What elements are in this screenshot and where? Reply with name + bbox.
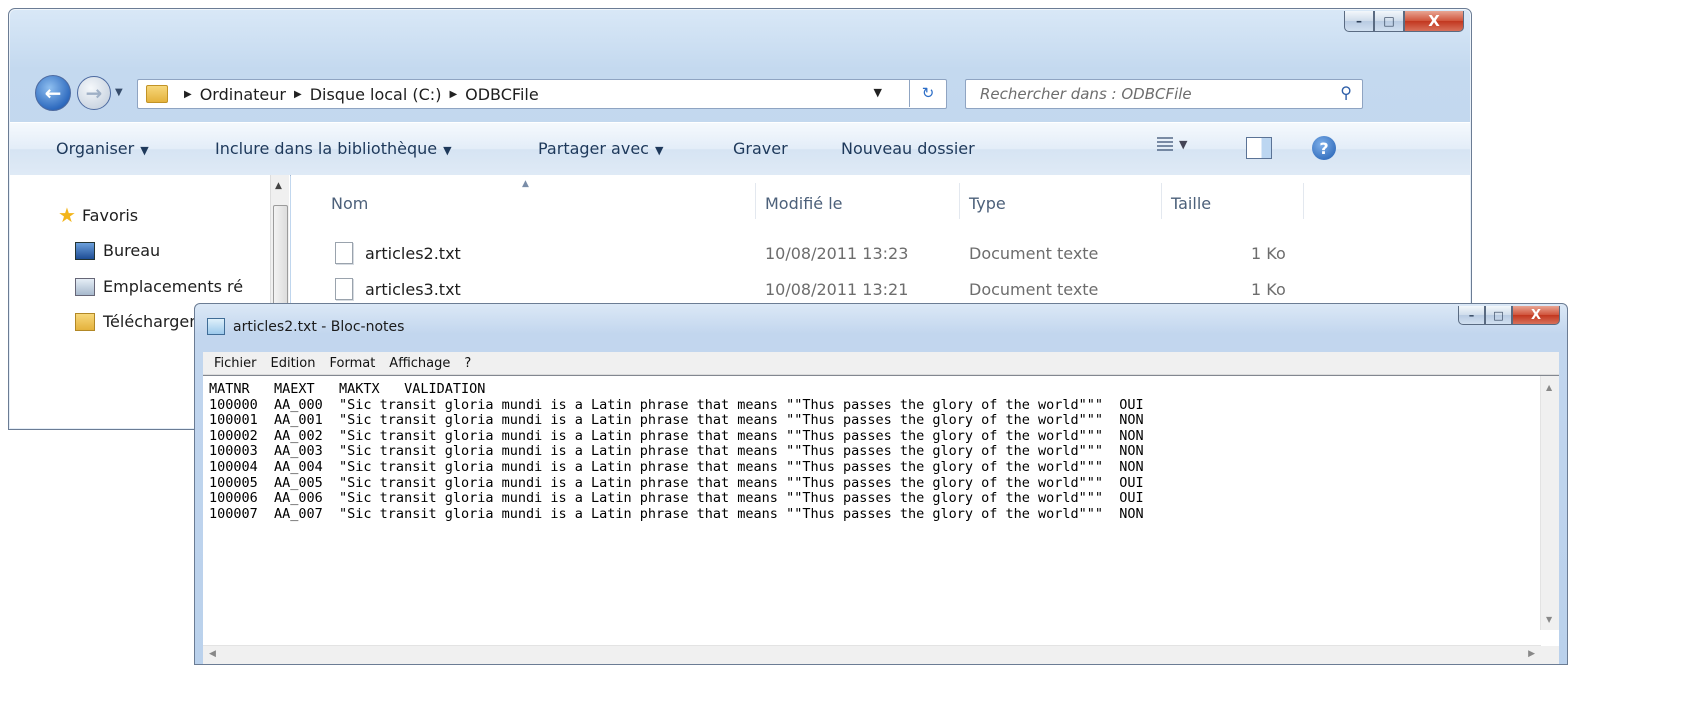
column-divider[interactable] xyxy=(755,183,756,219)
breadcrumb-computer[interactable]: Ordinateur xyxy=(200,85,286,104)
search-box[interactable]: ⚲ xyxy=(965,79,1363,109)
menu-edit[interactable]: Edition xyxy=(264,356,323,371)
scroll-up-icon[interactable]: ▲ xyxy=(1546,383,1552,392)
maximize-button[interactable]: □ xyxy=(1485,306,1512,325)
column-header-modified[interactable]: Modifié le xyxy=(765,194,843,213)
horizontal-scrollbar[interactable]: ◀ ▶ xyxy=(203,645,1541,664)
notepad-caption-buttons: – □ X xyxy=(1458,306,1560,325)
column-header-size[interactable]: Taille xyxy=(1171,194,1211,213)
maximize-button[interactable]: □ xyxy=(1374,11,1404,32)
address-history-dropdown-icon[interactable]: ▼ xyxy=(874,86,882,99)
navigation-bar: ← → ▼ ▶ Ordinateur ▶ Disque local (C:) ▶… xyxy=(25,75,1365,111)
star-icon: ★ xyxy=(58,203,76,227)
search-icon[interactable]: ⚲ xyxy=(1340,83,1352,102)
burn-button[interactable]: Graver xyxy=(733,139,788,158)
nav-recent-places[interactable]: Emplacements ré xyxy=(75,277,243,296)
scroll-left-icon[interactable]: ◀ xyxy=(209,649,216,659)
nav-desktop[interactable]: Bureau xyxy=(75,241,160,260)
editor-content[interactable]: MATNR MAEXT MAKTX VALIDATION 100000 AA_0… xyxy=(209,381,1144,522)
breadcrumb-chevron-icon[interactable]: ▶ xyxy=(449,89,457,100)
scroll-right-icon[interactable]: ▶ xyxy=(1528,649,1535,659)
search-input[interactable] xyxy=(978,83,1322,105)
organize-label: Organiser xyxy=(56,139,135,158)
file-size: 1 Ko xyxy=(1251,280,1286,299)
text-file-icon xyxy=(335,278,353,300)
file-row[interactable]: articles2.txt 10/08/2011 13:23 Document … xyxy=(291,238,1291,268)
chevron-down-icon: ▼ xyxy=(1179,137,1188,151)
file-name: articles2.txt xyxy=(365,244,461,263)
downloads-folder-icon xyxy=(75,312,95,331)
breadcrumb-local-disk[interactable]: Disque local (C:) xyxy=(310,85,442,104)
recent-places-icon xyxy=(75,277,95,296)
menu-help[interactable]: ? xyxy=(457,356,478,371)
preview-pane-icon[interactable] xyxy=(1246,137,1272,159)
notepad-icon xyxy=(207,318,225,335)
column-divider[interactable] xyxy=(1161,183,1162,219)
breadcrumb-chevron-icon[interactable]: ▶ xyxy=(184,89,192,100)
column-divider[interactable] xyxy=(1303,183,1304,219)
nav-recent-label: Emplacements ré xyxy=(103,277,244,296)
back-button[interactable]: ← xyxy=(35,75,71,111)
menu-bar: Fichier Edition Format Affichage ? xyxy=(203,352,1559,375)
folder-icon xyxy=(146,85,168,103)
include-in-library-button[interactable]: Inclure dans la bibliothèque ▼ xyxy=(215,139,452,158)
nav-desktop-label: Bureau xyxy=(103,241,161,260)
forward-button[interactable]: → xyxy=(77,76,111,110)
menu-view[interactable]: Affichage xyxy=(382,356,457,371)
back-arrow-icon: ← xyxy=(44,81,62,105)
chevron-down-icon: ▼ xyxy=(443,144,452,157)
forward-arrow-icon: → xyxy=(85,81,103,105)
breadcrumb-chevron-icon[interactable]: ▶ xyxy=(294,89,302,100)
file-type: Document texte xyxy=(969,280,1099,299)
change-view-button[interactable]: ▼ xyxy=(1157,137,1187,151)
share-label: Partager avec xyxy=(538,139,649,158)
explorer-caption-buttons: – □ X xyxy=(1344,11,1464,32)
minimize-button[interactable]: – xyxy=(1458,306,1485,325)
help-icon[interactable]: ? xyxy=(1312,136,1336,160)
chevron-down-icon: ▼ xyxy=(140,144,149,157)
notepad-title: articles2.txt - Bloc-notes xyxy=(233,318,405,335)
refresh-icon[interactable]: ↻ xyxy=(909,79,946,107)
close-button[interactable]: X xyxy=(1404,11,1464,32)
menu-format[interactable]: Format xyxy=(322,356,382,371)
column-header-name[interactable]: Nom xyxy=(331,194,368,213)
menu-file[interactable]: Fichier xyxy=(203,356,264,371)
share-with-button[interactable]: Partager avec ▼ xyxy=(538,139,663,158)
address-bar[interactable]: ▶ Ordinateur ▶ Disque local (C:) ▶ ODBCF… xyxy=(137,79,947,109)
view-details-icon xyxy=(1157,137,1173,151)
notepad-window: articles2.txt - Bloc-notes – □ X Fichier… xyxy=(194,303,1568,665)
vertical-scrollbar[interactable]: ▲ ▼ xyxy=(1540,376,1559,630)
notepad-titlebar: articles2.txt - Bloc-notes xyxy=(207,318,404,335)
file-name: articles3.txt xyxy=(365,280,461,299)
minimize-button[interactable]: – xyxy=(1344,11,1374,32)
file-size: 1 Ko xyxy=(1251,244,1286,263)
column-header-type[interactable]: Type xyxy=(969,194,1006,213)
text-editor[interactable]: MATNR MAEXT MAKTX VALIDATION 100000 AA_0… xyxy=(203,375,1559,664)
scroll-up-icon[interactable]: ▲ xyxy=(275,181,282,191)
recent-pages-dropdown-icon[interactable]: ▼ xyxy=(115,87,123,98)
desktop-icon xyxy=(75,241,95,260)
nav-favorites-label: Favoris xyxy=(81,205,139,225)
file-modified: 10/08/2011 13:21 xyxy=(765,280,909,299)
organize-button[interactable]: Organiser ▼ xyxy=(56,139,149,158)
new-folder-button[interactable]: Nouveau dossier xyxy=(841,139,975,158)
command-bar: Organiser ▼ Inclure dans la bibliothèque ▼… xyxy=(10,122,1470,176)
column-divider[interactable] xyxy=(959,183,960,219)
nav-favorites[interactable]: ★ Favoris xyxy=(58,203,138,227)
close-button[interactable]: X xyxy=(1512,306,1560,325)
scroll-down-icon[interactable]: ▼ xyxy=(1546,615,1552,624)
breadcrumb-odbcfile[interactable]: ODBCFile xyxy=(465,85,539,104)
file-modified: 10/08/2011 13:23 xyxy=(765,244,909,263)
scrollbar-corner xyxy=(1541,646,1559,664)
include-label: Inclure dans la bibliothèque xyxy=(215,139,438,158)
file-type: Document texte xyxy=(969,244,1099,263)
sort-ascending-icon: ▲ xyxy=(522,179,529,189)
chevron-down-icon: ▼ xyxy=(654,144,664,157)
text-file-icon xyxy=(335,242,353,264)
file-row[interactable]: articles3.txt 10/08/2011 13:21 Document … xyxy=(291,274,1291,304)
